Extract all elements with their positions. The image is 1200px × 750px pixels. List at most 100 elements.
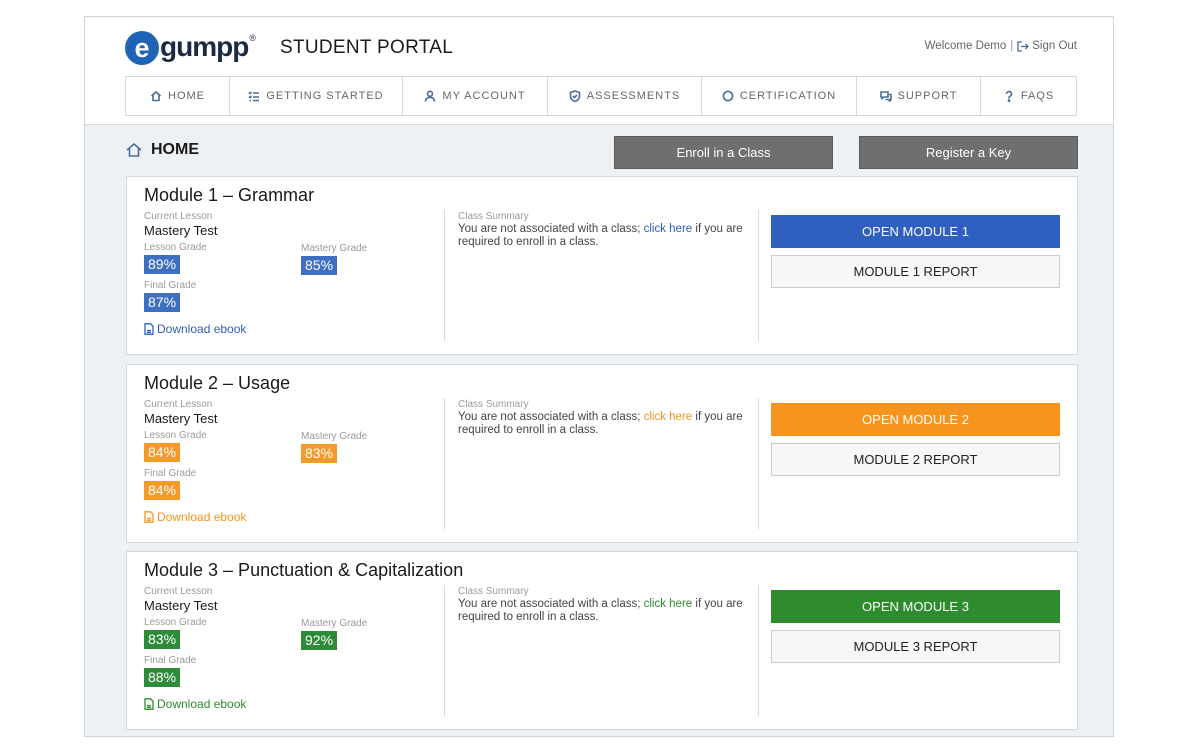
lesson-grade-label: Lesson Grade (144, 242, 207, 253)
egumpp-logo[interactable]: e gumpp ® (125, 27, 256, 67)
mastery-grade-badge: 85% (301, 256, 338, 275)
module-title: Module 3 – Punctuation & Capitalization (144, 560, 464, 580)
click-here-link[interactable]: click here (644, 411, 693, 423)
download-ebook-link[interactable]: Download ebook (144, 322, 246, 336)
welcome-separator: | (1010, 40, 1014, 52)
page-title: HOME (125, 141, 199, 159)
nav-faqs[interactable]: FAQS (981, 77, 1076, 115)
download-ebook-label: Download ebook (157, 322, 247, 336)
user-icon (425, 90, 436, 102)
nav-assessments-label: ASSESSMENTS (586, 90, 681, 102)
column-divider (444, 398, 445, 529)
current-lesson-label: Current Lesson (144, 399, 213, 410)
current-lesson-value: Mastery Test (144, 411, 218, 426)
open-module-button[interactable]: OPEN MODULE 2 (771, 403, 1060, 436)
open-module-button[interactable]: OPEN MODULE 3 (771, 590, 1060, 623)
click-here-link[interactable]: click here (644, 598, 693, 610)
logo-e: e (125, 31, 159, 65)
nav-certification-label: CERTIFICATION (739, 90, 837, 102)
download-ebook-link[interactable]: Download ebook (144, 697, 246, 711)
nav-getting-started-label: GETTING STARTED (266, 90, 384, 102)
download-ebook-label: Download ebook (157, 510, 247, 524)
final-grade-badge: 88% (144, 668, 181, 687)
current-lesson-value: Mastery Test (144, 598, 218, 613)
home-icon (126, 142, 142, 157)
nav-home-label: HOME (168, 90, 205, 102)
nav-faqs-label: FAQS (1020, 90, 1055, 102)
column-divider (758, 585, 759, 716)
nav-my-account[interactable]: MY ACCOUNT (403, 77, 548, 115)
enroll-class-button[interactable]: Enroll in a Class (614, 136, 833, 169)
column-divider (444, 210, 445, 341)
pdf-file-icon (144, 323, 154, 335)
welcome-text: Welcome Demo (924, 40, 1007, 52)
nav-support[interactable]: SUPPORT (857, 77, 981, 115)
lesson-grade-badge: 84% (144, 443, 181, 462)
summary-text-pre: You are not associated with a class; (458, 223, 641, 235)
header: e gumpp ® STUDENT PORTAL Welcome Demo | … (85, 17, 1113, 125)
class-summary-text: You are not associated with a class; cli… (458, 598, 754, 624)
shield-icon (569, 90, 581, 102)
nav-my-account-label: MY ACCOUNT (442, 90, 526, 102)
nav-getting-started[interactable]: GETTING STARTED (230, 77, 403, 115)
mastery-grade-label: Mastery Grade (301, 431, 368, 442)
pdf-file-icon (144, 698, 154, 710)
portal-title: STUDENT PORTAL (280, 37, 454, 58)
circle-icon (722, 90, 734, 102)
nav-certification[interactable]: CERTIFICATION (702, 77, 857, 115)
lesson-grade-label: Lesson Grade (144, 430, 207, 441)
current-lesson-label: Current Lesson (144, 586, 213, 597)
pdf-file-icon (144, 511, 154, 523)
summary-text-pre: You are not associated with a class; (458, 411, 641, 423)
logo-text: gumpp (160, 31, 249, 62)
chat-icon (879, 91, 892, 102)
register-key-button[interactable]: Register a Key (859, 136, 1078, 169)
final-grade-label: Final Grade (144, 280, 197, 291)
module-report-button[interactable]: MODULE 3 REPORT (771, 630, 1060, 663)
module-report-button[interactable]: MODULE 1 REPORT (771, 255, 1060, 288)
download-ebook-link[interactable]: Download ebook (144, 510, 246, 524)
welcome-bar: Welcome Demo | Sign Out (925, 40, 1077, 52)
lesson-grade-badge: 89% (144, 255, 181, 274)
column-divider (758, 210, 759, 341)
final-grade-label: Final Grade (144, 468, 197, 479)
mastery-grade-label: Mastery Grade (301, 618, 368, 629)
click-here-link[interactable]: click here (644, 223, 693, 235)
nav-home[interactable]: HOME (126, 77, 230, 115)
class-summary-text: You are not associated with a class; cli… (458, 411, 754, 437)
nav-support-label: SUPPORT (897, 90, 958, 102)
class-summary-label: Class Summary (458, 586, 529, 597)
sign-out-label: Sign Out (1032, 40, 1077, 52)
class-summary-label: Class Summary (458, 399, 529, 410)
logo-registered-mark: ® (249, 33, 256, 43)
checklist-icon (248, 91, 260, 102)
current-lesson-value: Mastery Test (144, 223, 218, 238)
module-title: Module 1 – Grammar (144, 185, 315, 205)
page-title-text: HOME (151, 141, 199, 158)
column-divider (758, 398, 759, 529)
main-nav: HOME GETTING STARTED MY ACCOUNT ASSESSME… (125, 76, 1077, 116)
module-card: Module 2 – Usage Current Lesson Mastery … (126, 364, 1078, 543)
sign-out-icon (1017, 40, 1030, 52)
column-divider (444, 585, 445, 716)
final-grade-label: Final Grade (144, 655, 197, 666)
class-summary-text: You are not associated with a class; cli… (458, 223, 754, 249)
final-grade-badge: 87% (144, 293, 181, 312)
final-grade-badge: 84% (144, 481, 181, 500)
open-module-button[interactable]: OPEN MODULE 1 (771, 215, 1060, 248)
home-icon (150, 90, 162, 102)
summary-text-pre: You are not associated with a class; (458, 598, 641, 610)
lesson-grade-badge: 83% (144, 630, 181, 649)
module-report-button[interactable]: MODULE 2 REPORT (771, 443, 1060, 476)
module-card: Module 3 – Punctuation & Capitalization … (126, 551, 1078, 730)
nav-assessments[interactable]: ASSESSMENTS (548, 77, 702, 115)
mastery-grade-badge: 92% (301, 631, 338, 650)
lesson-grade-label: Lesson Grade (144, 617, 207, 628)
question-icon (1005, 90, 1013, 102)
mastery-grade-label: Mastery Grade (301, 243, 368, 254)
sign-out-link[interactable]: Sign Out (1017, 40, 1077, 52)
current-lesson-label: Current Lesson (144, 211, 213, 222)
module-card: Module 1 – Grammar Current Lesson Master… (126, 176, 1078, 355)
download-ebook-label: Download ebook (157, 697, 247, 711)
module-title: Module 2 – Usage (144, 373, 291, 393)
